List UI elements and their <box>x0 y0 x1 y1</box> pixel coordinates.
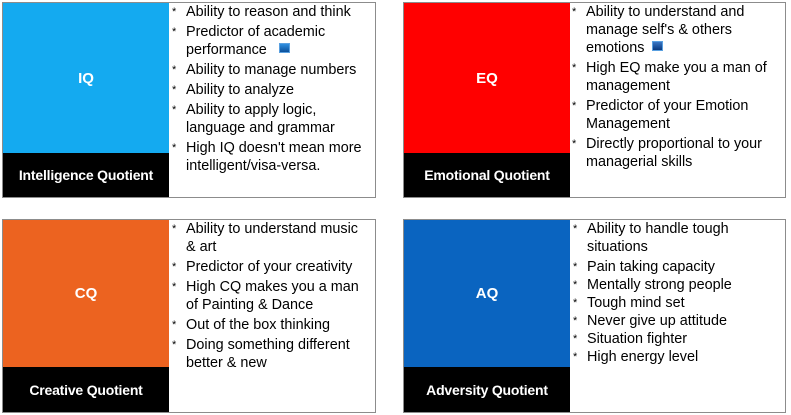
aq-caption: Adversity Quotient <box>404 367 570 412</box>
iq-color-block: IQ <box>3 3 169 153</box>
list-item: High energy level <box>572 348 781 366</box>
list-item: Doing something different better & new <box>171 336 371 372</box>
cq-color-block: CQ <box>3 220 169 367</box>
list-item: Situation fighter <box>572 330 781 348</box>
aq-panel: AQ Adversity Quotient Ability to handle … <box>403 219 786 413</box>
note-icon <box>278 43 290 53</box>
iq-tile: IQ Intelligence Quotient <box>3 3 169 197</box>
list-item: Ability to understand music & art <box>171 220 371 256</box>
list-item: High IQ doesn't mean more intelligent/vi… <box>171 139 371 175</box>
iq-caption: Intelligence Quotient <box>3 153 169 197</box>
list-item: Never give up attitude <box>572 312 781 330</box>
list-item: Pain taking capacity <box>572 258 781 276</box>
aq-list: Ability to handle tough situations Pain … <box>572 220 781 366</box>
eq-tile: EQ Emotional Quotient <box>404 3 570 197</box>
cq-panel: CQ Creative Quotient Ability to understa… <box>2 219 376 413</box>
list-item: Ability to analyze <box>171 81 371 99</box>
cq-tile: CQ Creative Quotient <box>3 220 169 412</box>
aq-tile: AQ Adversity Quotient <box>404 220 570 412</box>
eq-color-block: EQ <box>404 3 570 153</box>
list-item: Ability to handle tough situations <box>572 220 781 256</box>
eq-short-label: EQ <box>476 69 498 87</box>
list-item: Predictor of your Emotion Management <box>571 97 781 133</box>
eq-caption: Emotional Quotient <box>404 153 570 197</box>
quotient-chart: IQ Intelligence Quotient Ability to reas… <box>0 0 791 415</box>
list-item: Predictor of your creativity <box>171 258 371 276</box>
cq-caption: Creative Quotient <box>3 367 169 412</box>
list-item: High CQ makes you a man of Painting & Da… <box>171 278 371 314</box>
list-item: Predictor of academic performance <box>171 23 371 59</box>
list-item: Tough mind set <box>572 294 781 312</box>
aq-color-block: AQ <box>404 220 570 367</box>
iq-short-label: IQ <box>78 69 94 87</box>
aq-short-label: AQ <box>475 285 499 302</box>
note-icon <box>652 41 664 51</box>
iq-panel: IQ Intelligence Quotient Ability to reas… <box>2 2 376 198</box>
cq-short-label: CQ <box>74 285 98 302</box>
eq-list: Ability to understand and manage self's … <box>571 3 781 173</box>
list-item: Directly proportional to your managerial… <box>571 135 781 171</box>
eq-panel: EQ Emotional Quotient Ability to underst… <box>403 2 786 198</box>
list-item: Ability to reason and think <box>171 3 371 21</box>
cq-list: Ability to understand music & art Predic… <box>171 220 371 374</box>
list-item: Out of the box thinking <box>171 316 371 334</box>
list-item: Ability to apply logic, language and gra… <box>171 101 371 137</box>
list-item: Ability to understand and manage self's … <box>571 3 781 57</box>
list-item: Mentally strong people <box>572 276 781 294</box>
list-item: High EQ make you a man of management <box>571 59 781 95</box>
iq-list: Ability to reason and think Predictor of… <box>171 3 371 177</box>
list-item: Ability to manage numbers <box>171 61 371 79</box>
